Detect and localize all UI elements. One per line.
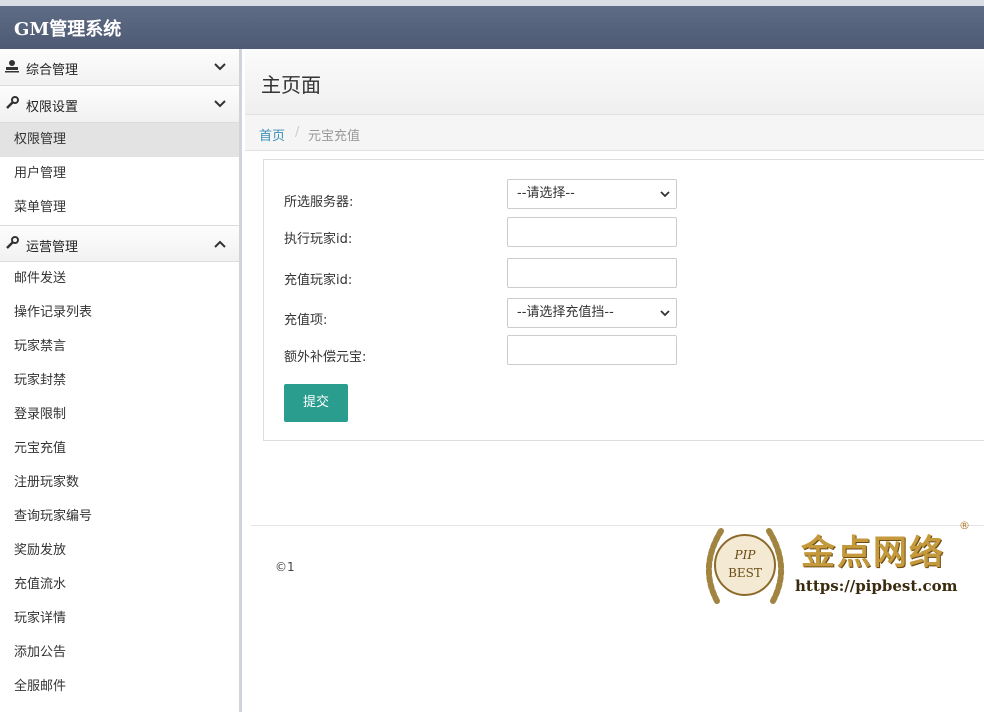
sidebar-item-player-ban[interactable]: 玩家封禁	[0, 364, 239, 398]
sidebar-group-label: 权限设置	[26, 100, 79, 115]
app-title: GM管理系统	[14, 19, 122, 40]
extra-yuanbao-label: 额外补偿元宝:	[284, 350, 367, 365]
sidebar-group-operations[interactable]: 运营管理	[0, 225, 239, 262]
chevron-down-icon	[214, 63, 226, 71]
submit-button[interactable]: 提交	[284, 384, 348, 422]
sidebar-item-reward-issue[interactable]: 奖励发放	[0, 534, 239, 568]
sidebar-group-label: 运营管理	[26, 240, 79, 255]
breadcrumb: 首页 / 元宝充值	[245, 115, 984, 151]
sidebar-item-player-details[interactable]: 玩家详情	[0, 602, 239, 636]
svg-text:BEST: BEST	[728, 566, 762, 580]
registered-mark: ®	[959, 519, 970, 532]
sidebar-item-player-id-lookup[interactable]: 查询玩家编号	[0, 500, 239, 534]
wrench-icon	[6, 236, 19, 249]
watermark-logo-text: 金点网络	[801, 533, 945, 573]
server-select-value: --请选择--	[517, 186, 575, 201]
page-header: 主页面	[245, 49, 984, 115]
sidebar-group-general[interactable]: 综合管理	[0, 49, 239, 86]
sidebar-group-permissions[interactable]: 权限设置	[0, 86, 239, 123]
recharge-item-select[interactable]: --请选择充值挡--	[507, 298, 677, 328]
main-content: 主页面 首页 / 元宝充值 所选服务器: --请选择-- 执行玩家id: 充值玩…	[245, 49, 984, 712]
breadcrumb-home-link[interactable]: 首页	[259, 125, 285, 144]
recharge-player-label: 充值玩家id:	[284, 273, 353, 288]
recharge-item-select-value: --请选择充值挡--	[517, 305, 614, 320]
exec-player-input[interactable]	[507, 217, 677, 247]
chevron-up-icon	[214, 240, 226, 248]
recharge-form-panel: 所选服务器: --请选择-- 执行玩家id: 充值玩家id: 充值项: --请选…	[263, 159, 984, 441]
watermark-url: https://pipbest.com	[795, 577, 958, 595]
watermark-logo: PIP BEST 金点网络 https://pipbest.com ®	[697, 515, 984, 617]
sidebar-item-user-manage[interactable]: 用户管理	[0, 157, 239, 191]
page-title: 主页面	[261, 73, 321, 97]
footer-copyright: ©1	[275, 560, 295, 574]
top-header-bar: GM管理系统	[0, 0, 984, 49]
server-label: 所选服务器:	[284, 195, 354, 210]
user-icon	[5, 60, 19, 73]
sidebar-item-permission-manage[interactable]: 权限管理	[0, 123, 239, 157]
chevron-down-icon	[660, 310, 670, 317]
sidebar-item-menu-manage[interactable]: 菜单管理	[0, 191, 239, 225]
sidebar-item-yuanbao-recharge[interactable]: 元宝充值	[0, 432, 239, 466]
svg-text:PIP: PIP	[734, 548, 757, 562]
wrench-icon	[6, 96, 19, 109]
sidebar-item-server-mail[interactable]: 全服邮件	[0, 670, 239, 704]
recharge-item-label: 充值项:	[284, 313, 328, 328]
server-select[interactable]: --请选择--	[507, 179, 677, 209]
sidebar-item-operation-log[interactable]: 操作记录列表	[0, 296, 239, 330]
sidebar-item-login-limit[interactable]: 登录限制	[0, 398, 239, 432]
sidebar-item-recharge-flow[interactable]: 充值流水	[0, 568, 239, 602]
sidebar-item-mail-send[interactable]: 邮件发送	[0, 262, 239, 296]
chevron-down-icon	[214, 100, 226, 108]
laurel-badge-icon: PIP BEST	[705, 528, 785, 604]
sidebar-item-player-mute[interactable]: 玩家禁言	[0, 330, 239, 364]
sidebar-nav: 综合管理 权限设置 权限管理 用户管理 菜单管理 运营管理 邮件发送 操作记录列…	[0, 49, 242, 712]
sidebar-group-label: 综合管理	[26, 63, 79, 78]
breadcrumb-current: 元宝充值	[308, 129, 361, 144]
recharge-player-input[interactable]	[507, 258, 677, 288]
sidebar-item-add-notice[interactable]: 添加公告	[0, 636, 239, 670]
exec-player-label: 执行玩家id:	[284, 232, 353, 247]
chevron-down-icon	[660, 191, 670, 198]
breadcrumb-separator: /	[295, 125, 300, 140]
sidebar-item-registered-players[interactable]: 注册玩家数	[0, 466, 239, 500]
extra-yuanbao-input[interactable]	[507, 335, 677, 365]
